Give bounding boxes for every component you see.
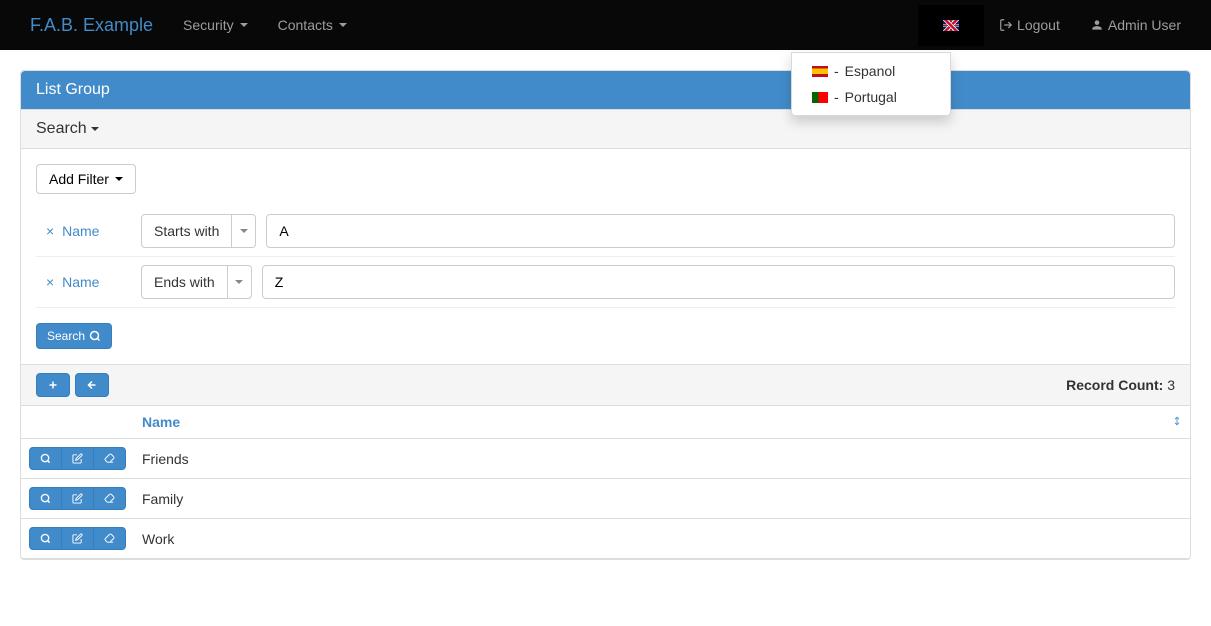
eraser-icon — [104, 533, 115, 544]
search-body: Add Filter × Name Starts with — [21, 149, 1190, 364]
nav-contacts[interactable]: Contacts — [263, 2, 362, 48]
record-count-value: 3 — [1167, 377, 1175, 393]
plus-icon — [47, 379, 59, 391]
edit-button[interactable] — [61, 487, 94, 510]
add-filter-label: Add Filter — [49, 171, 109, 187]
arrow-left-icon — [86, 379, 98, 391]
language-dropdown: - Espanol - Portugal — [791, 52, 951, 116]
delete-button[interactable] — [93, 527, 126, 550]
actions-cell — [21, 519, 134, 559]
panel-title: List Group — [21, 71, 1190, 109]
edit-icon — [72, 533, 83, 544]
flag-pt-icon — [812, 92, 828, 103]
filter-field-link[interactable]: × Name — [36, 274, 131, 290]
filter-row: × Name Starts with — [36, 206, 1175, 257]
nav-logout-label: Logout — [1017, 17, 1060, 33]
nav-admin-user-label: Admin User — [1108, 17, 1181, 33]
back-button[interactable] — [75, 373, 109, 397]
filter-row: × Name Ends with — [36, 257, 1175, 308]
actions-column-header — [21, 406, 134, 439]
view-button[interactable] — [29, 447, 62, 470]
caret-icon — [240, 23, 248, 27]
view-button[interactable] — [29, 527, 62, 550]
column-label: Name — [142, 414, 180, 430]
caret-icon — [339, 23, 347, 27]
nav-security[interactable]: Security — [168, 2, 263, 48]
search-toggle[interactable]: Search — [21, 109, 1190, 149]
view-button[interactable] — [29, 487, 62, 510]
data-table: Name — [21, 406, 1190, 559]
lang-option-portugal[interactable]: - Portugal — [792, 84, 950, 110]
search-icon — [40, 533, 51, 544]
flag-es-icon — [812, 66, 828, 77]
actions-cell — [21, 439, 134, 479]
search-icon — [40, 493, 51, 504]
filter-field: Name — [62, 274, 99, 290]
filter-operator-value: Ends with — [142, 266, 227, 298]
eraser-icon — [104, 453, 115, 464]
search-button-label: Search — [47, 329, 85, 343]
delete-button[interactable] — [93, 487, 126, 510]
list-toolbar: Record Count: 3 — [21, 364, 1190, 406]
nav-contacts-label: Contacts — [278, 17, 333, 33]
lang-label: Portugal — [845, 89, 897, 105]
select-arrow — [227, 266, 251, 298]
eraser-icon — [104, 493, 115, 504]
add-button[interactable] — [36, 373, 70, 397]
record-count-label: Record Count: — [1066, 377, 1163, 393]
select-arrow — [231, 215, 255, 247]
edit-button[interactable] — [61, 447, 94, 470]
table-row: Work — [21, 519, 1190, 559]
record-count: Record Count: 3 — [1066, 377, 1175, 393]
name-cell: Family — [134, 479, 1190, 519]
table-row: Family — [21, 479, 1190, 519]
add-filter-button[interactable]: Add Filter — [36, 164, 136, 194]
name-cell: Friends — [134, 439, 1190, 479]
nav-security-label: Security — [183, 17, 234, 33]
nav-language[interactable] — [918, 5, 984, 46]
name-cell: Work — [134, 519, 1190, 559]
caret-icon — [115, 177, 123, 181]
flag-en-icon — [943, 20, 959, 31]
search-icon — [89, 330, 101, 342]
list-group-panel: List Group Search Add Filter × Name Star… — [20, 70, 1191, 560]
remove-filter-icon: × — [46, 274, 54, 290]
filter-operator-select[interactable]: Ends with — [141, 265, 252, 299]
filter-field-link[interactable]: × Name — [36, 223, 131, 239]
delete-button[interactable] — [93, 447, 126, 470]
search-icon — [40, 453, 51, 464]
logout-icon — [999, 18, 1013, 32]
nav-logout[interactable]: Logout — [984, 2, 1075, 48]
edit-icon — [72, 453, 83, 464]
remove-filter-icon: × — [46, 223, 54, 239]
search-button[interactable]: Search — [36, 323, 112, 349]
edit-icon — [72, 493, 83, 504]
filter-value-input[interactable] — [266, 214, 1175, 248]
brand-link[interactable]: F.A.B. Example — [15, 0, 168, 51]
nav-admin-user[interactable]: Admin User — [1075, 2, 1196, 48]
navbar: F.A.B. Example Security Contacts Logout … — [0, 0, 1211, 50]
lang-option-espanol[interactable]: - Espanol — [792, 58, 950, 84]
table-row: Friends — [21, 439, 1190, 479]
caret-icon — [91, 127, 99, 131]
edit-button[interactable] — [61, 527, 94, 550]
actions-cell — [21, 479, 134, 519]
filter-operator-select[interactable]: Starts with — [141, 214, 256, 248]
user-icon — [1090, 18, 1104, 32]
search-label: Search — [36, 120, 87, 138]
filter-operator-value: Starts with — [142, 215, 231, 247]
name-column-header[interactable]: Name — [134, 406, 1190, 439]
lang-label: Espanol — [845, 63, 896, 79]
filter-field: Name — [62, 223, 99, 239]
sort-icon — [1172, 414, 1182, 428]
filter-value-input[interactable] — [262, 265, 1175, 299]
